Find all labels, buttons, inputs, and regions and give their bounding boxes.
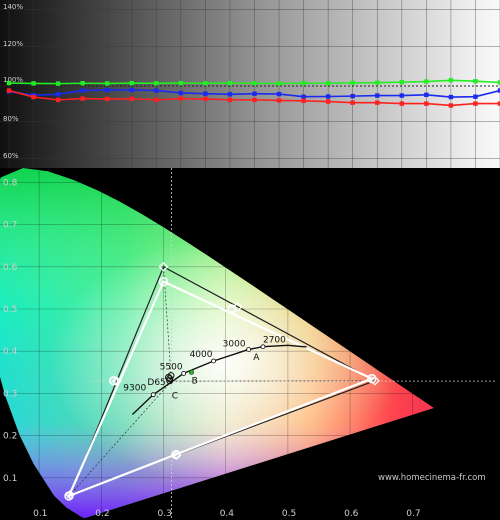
- locus-marker: [246, 347, 252, 352]
- measured-marker: [109, 376, 119, 386]
- cie-y-tick-label: 0.7: [3, 221, 17, 231]
- rgb-data-point: [227, 80, 233, 86]
- rgb-data-point: [424, 101, 429, 106]
- rgb-data-point: [448, 78, 454, 83]
- rgb-data-point: [473, 79, 478, 84]
- cie-x-tick-label: 0.6: [344, 509, 359, 519]
- locus-temperature-label: 5500: [160, 362, 183, 372]
- cie-x-tick-label: 0.3: [158, 509, 172, 519]
- cie-y-tick-label: 0.6: [3, 263, 18, 273]
- rgb-data-point: [276, 81, 282, 86]
- measured-marker: [171, 449, 181, 460]
- measured-marker: [367, 373, 377, 384]
- cie-y-tick-label: 0.1: [3, 474, 17, 484]
- cie-x-tick-label: 0.2: [95, 509, 109, 519]
- rgb-data-point: [80, 88, 85, 93]
- rgb-data-point: [375, 80, 380, 85]
- rgb-data-point: [129, 87, 134, 93]
- rgb-data-point: [350, 100, 355, 105]
- cie-x-tick-label: 0.7: [406, 509, 420, 519]
- rgb-y-tick-label: 140%: [3, 3, 23, 11]
- rgb-data-point: [129, 96, 134, 101]
- measured-marker: [158, 276, 169, 287]
- cie-y-tick-label: 0.4: [3, 347, 18, 357]
- rgb-data-point: [55, 97, 61, 103]
- rgb-data-point: [6, 88, 12, 93]
- rgb-data-point: [375, 100, 380, 105]
- rgb-data-point: [31, 94, 36, 100]
- locus-temperature-label: 9300: [123, 384, 146, 394]
- rgb-data-point: [424, 79, 429, 84]
- cie-y-tick-label: 0.3: [3, 389, 17, 399]
- rgb-data-point: [80, 96, 85, 101]
- cie-y-tick-label: 0.8: [3, 178, 18, 188]
- rgb-data-point: [105, 87, 110, 93]
- rgb-data-point: [325, 94, 331, 99]
- rgb-data-point: [448, 103, 454, 108]
- illuminant-label: A: [253, 353, 260, 363]
- cie-x-tick-label: 0.4: [220, 509, 235, 519]
- rgb-data-point: [325, 99, 331, 104]
- locus-temperature-label: 4000: [190, 350, 213, 360]
- rgb-data-point: [301, 98, 306, 103]
- cie-y-tick-label: 0.5: [3, 305, 17, 315]
- locus-marker: [150, 392, 156, 398]
- rgb-data-point: [178, 96, 184, 101]
- rgb-data-point: [55, 81, 61, 86]
- rgb-y-tick-label: 120%: [3, 40, 23, 48]
- rgb-data-point: [276, 98, 282, 103]
- cie-x-tick-label: 0.1: [33, 509, 47, 519]
- rgb-data-point: [227, 97, 233, 103]
- rgb-data-point: [203, 96, 208, 102]
- rgb-y-tick-label: 60%: [3, 152, 19, 160]
- illuminant-label: B: [192, 377, 198, 387]
- cie-x-tick-label: 0.5: [282, 509, 296, 519]
- rgb-data-point: [424, 92, 429, 98]
- rgb-data-point: [399, 93, 404, 98]
- rgb-data-point: [325, 81, 331, 86]
- rgb-data-point: [301, 94, 306, 99]
- rgb-data-point: [55, 92, 61, 97]
- measured-marker: [227, 304, 237, 314]
- rgb-data-point: [31, 81, 36, 86]
- rgb-data-point: [154, 97, 159, 103]
- cie-y-tick-label: 0.2: [3, 432, 17, 442]
- rgb-balance-chart: 140% 120% 100% 80% 60%: [0, 0, 500, 168]
- rgb-data-point: [154, 81, 159, 86]
- measured-white-point: [188, 369, 194, 375]
- rgb-data-point: [105, 96, 110, 102]
- rgb-data-point: [473, 101, 478, 106]
- measured-marker: [64, 491, 74, 501]
- rgb-data-point: [129, 80, 134, 86]
- rgb-data-point: [80, 81, 85, 86]
- rgb-data-point: [203, 81, 208, 86]
- rgb-data-point: [178, 80, 184, 86]
- rgb-data-point: [6, 80, 12, 86]
- rgb-data-point: [252, 97, 257, 103]
- locus-temperature-label: 2700: [263, 336, 286, 346]
- locus-temperature-label: 3000: [223, 339, 246, 349]
- illuminant-label: D65: [147, 378, 165, 388]
- rgb-data-point: [399, 101, 404, 106]
- rgb-data-point: [252, 91, 257, 96]
- rgb-data-point: [252, 81, 257, 86]
- rgb-data-point: [227, 92, 233, 97]
- rgb-data-point: [350, 80, 355, 86]
- rgb-data-point: [375, 93, 380, 98]
- rgb-data-point: [203, 91, 208, 96]
- rgb-data-point: [154, 88, 159, 93]
- rgb-data-point: [178, 90, 184, 96]
- cie-chromaticity-chart: 9300 5500 4000 3000 2700A B C D65 0.1 0.2 0.3 0.4 0…: [0, 168, 500, 520]
- rgb-data-point: [399, 79, 404, 85]
- illuminant-label: C: [172, 392, 178, 402]
- rgb-y-tick-label: 80%: [3, 115, 19, 123]
- rgb-data-point: [276, 91, 282, 97]
- rgb-data-point: [301, 81, 306, 86]
- rgb-data-point: [448, 94, 454, 100]
- rgb-data-point: [350, 93, 355, 99]
- watermark-text: www.homecinema-fr.com: [378, 473, 486, 483]
- rgb-data-point: [105, 81, 110, 86]
- rgb-data-point: [473, 94, 478, 99]
